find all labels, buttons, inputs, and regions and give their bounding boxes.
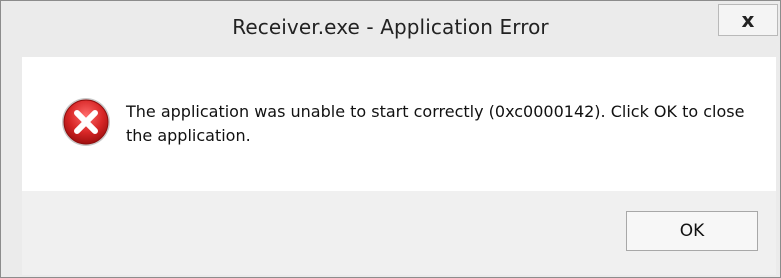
title-bar: Receiver.exe - Application Error x [1,1,780,57]
error-message: The application was unable to start corr… [126,102,745,145]
window-title: Receiver.exe - Application Error [232,15,549,39]
close-button[interactable]: x [718,4,778,36]
message-area: The application was unable to start corr… [22,57,776,191]
error-dialog: Receiver.exe - Application Error x The a… [0,0,781,278]
ok-button[interactable]: OK [626,211,758,251]
error-icon [62,98,110,146]
button-bar: OK [22,191,776,275]
